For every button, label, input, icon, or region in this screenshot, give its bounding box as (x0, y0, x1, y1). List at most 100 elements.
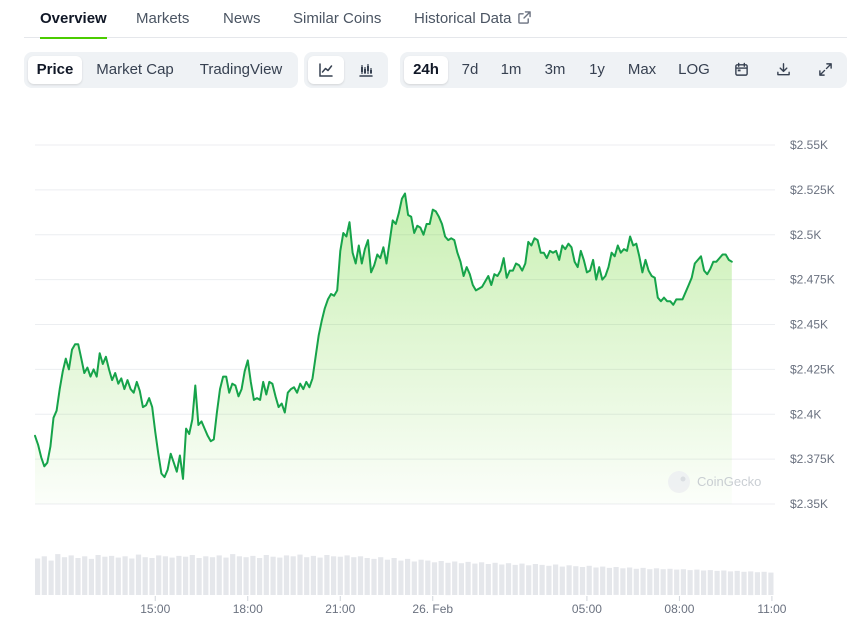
volume-bar (115, 557, 121, 595)
volume-bar (176, 555, 182, 595)
volume-bar (196, 558, 202, 595)
volume-bar (546, 565, 552, 595)
volume-bar (183, 556, 189, 595)
volume-bar (236, 556, 242, 595)
volume-bar (290, 556, 296, 595)
volume-bar (331, 556, 337, 595)
volume-bar (734, 570, 740, 595)
volume-bar (687, 570, 693, 595)
y-tick-label: $2.525K (790, 183, 835, 197)
volume-bar (458, 563, 464, 595)
volume-bar (351, 557, 357, 595)
volume-bar (310, 555, 316, 595)
volume-bar (579, 567, 586, 595)
volume-bar (41, 556, 47, 595)
volume-bar (768, 572, 774, 595)
volume-bar (445, 562, 451, 596)
volume-bar (129, 558, 135, 595)
y-axis: $2.35K $2.375K $2.4K $2.425K $2.45K $2.475K $2… (790, 138, 835, 511)
x-tick-label: 15:00 (140, 602, 170, 616)
x-tick-label: 11:00 (757, 602, 786, 616)
volume-bar (304, 557, 310, 595)
volume-bar (553, 564, 559, 595)
volume-bar (532, 564, 538, 595)
volume-bar (425, 560, 431, 595)
volume-bar (653, 568, 660, 595)
volume-bar (586, 565, 592, 595)
volume-bar (674, 569, 680, 595)
volume-bar (391, 558, 397, 595)
volume-bars (35, 554, 774, 596)
volume-bar (505, 563, 512, 595)
price-chart[interactable]: $2.35K $2.375K $2.4K $2.425K $2.45K $2.475K $2… (0, 0, 847, 636)
volume-bar (384, 559, 390, 595)
volume-bar (633, 568, 639, 595)
volume-bar (135, 554, 142, 595)
y-tick-label: $2.45K (790, 318, 828, 332)
volume-bar (55, 554, 61, 595)
volume-bar (283, 555, 290, 595)
x-tick-label: 08:00 (664, 602, 694, 616)
volume-bar (418, 559, 424, 595)
volume-bar (613, 567, 619, 595)
volume-bar (48, 560, 54, 595)
volume-bar (344, 555, 350, 595)
volume-bar (761, 571, 767, 595)
y-tick-label: $2.35K (790, 497, 828, 511)
volume-bar (68, 555, 74, 595)
volume-bar (640, 567, 646, 595)
volume-bar (660, 569, 666, 595)
volume-bar (667, 568, 673, 595)
volume-bar (405, 558, 411, 595)
volume-bar (257, 558, 263, 595)
volume-bar (452, 561, 458, 595)
volume-bar (559, 566, 565, 595)
volume-bar (209, 557, 216, 595)
x-tick-label: 21:00 (325, 602, 355, 616)
y-tick-label: $2.375K (790, 452, 835, 466)
volume-bar (297, 554, 303, 595)
volume-bar (485, 564, 491, 595)
volume-bar (35, 558, 41, 595)
volume-bar (95, 555, 101, 595)
volume-bar (156, 555, 162, 595)
volume-bar (411, 561, 417, 595)
volume-bar (573, 566, 579, 595)
volume-bar (230, 554, 236, 595)
volume-bar (741, 571, 747, 595)
volume-bar (317, 557, 323, 595)
volume-bar (337, 556, 343, 595)
x-tick-label: 26. Feb (412, 602, 453, 616)
y-tick-label: $2.55K (790, 138, 828, 152)
volume-bar (566, 565, 572, 595)
volume-bar (526, 565, 532, 595)
volume-bar (88, 558, 94, 595)
volume-bar (324, 555, 330, 595)
volume-bar (142, 557, 148, 595)
volume-bar (519, 563, 525, 595)
volume-bar (438, 561, 444, 595)
volume-bar (754, 572, 760, 595)
volume-bar (250, 555, 256, 595)
volume-bar (512, 564, 518, 595)
price-area (35, 193, 732, 504)
watermark-text: CoinGecko (697, 474, 761, 489)
volume-bar (364, 558, 370, 595)
volume-bar (499, 564, 505, 595)
volume-bar (169, 557, 175, 595)
volume-bar (357, 556, 364, 595)
x-tick-label: 05:00 (572, 602, 602, 616)
volume-bar (162, 556, 168, 595)
volume-bar (539, 564, 545, 595)
volume-bar (75, 558, 81, 595)
volume-bar (371, 558, 377, 595)
volume-bar (701, 570, 707, 595)
volume-bar (189, 555, 195, 595)
volume-bar (431, 562, 438, 595)
volume-bar (606, 567, 612, 595)
volume-bar (398, 560, 404, 595)
volume-bar (492, 562, 498, 596)
volume-bar (727, 571, 734, 596)
volume-bar (109, 555, 115, 595)
volume-bar (593, 567, 599, 595)
